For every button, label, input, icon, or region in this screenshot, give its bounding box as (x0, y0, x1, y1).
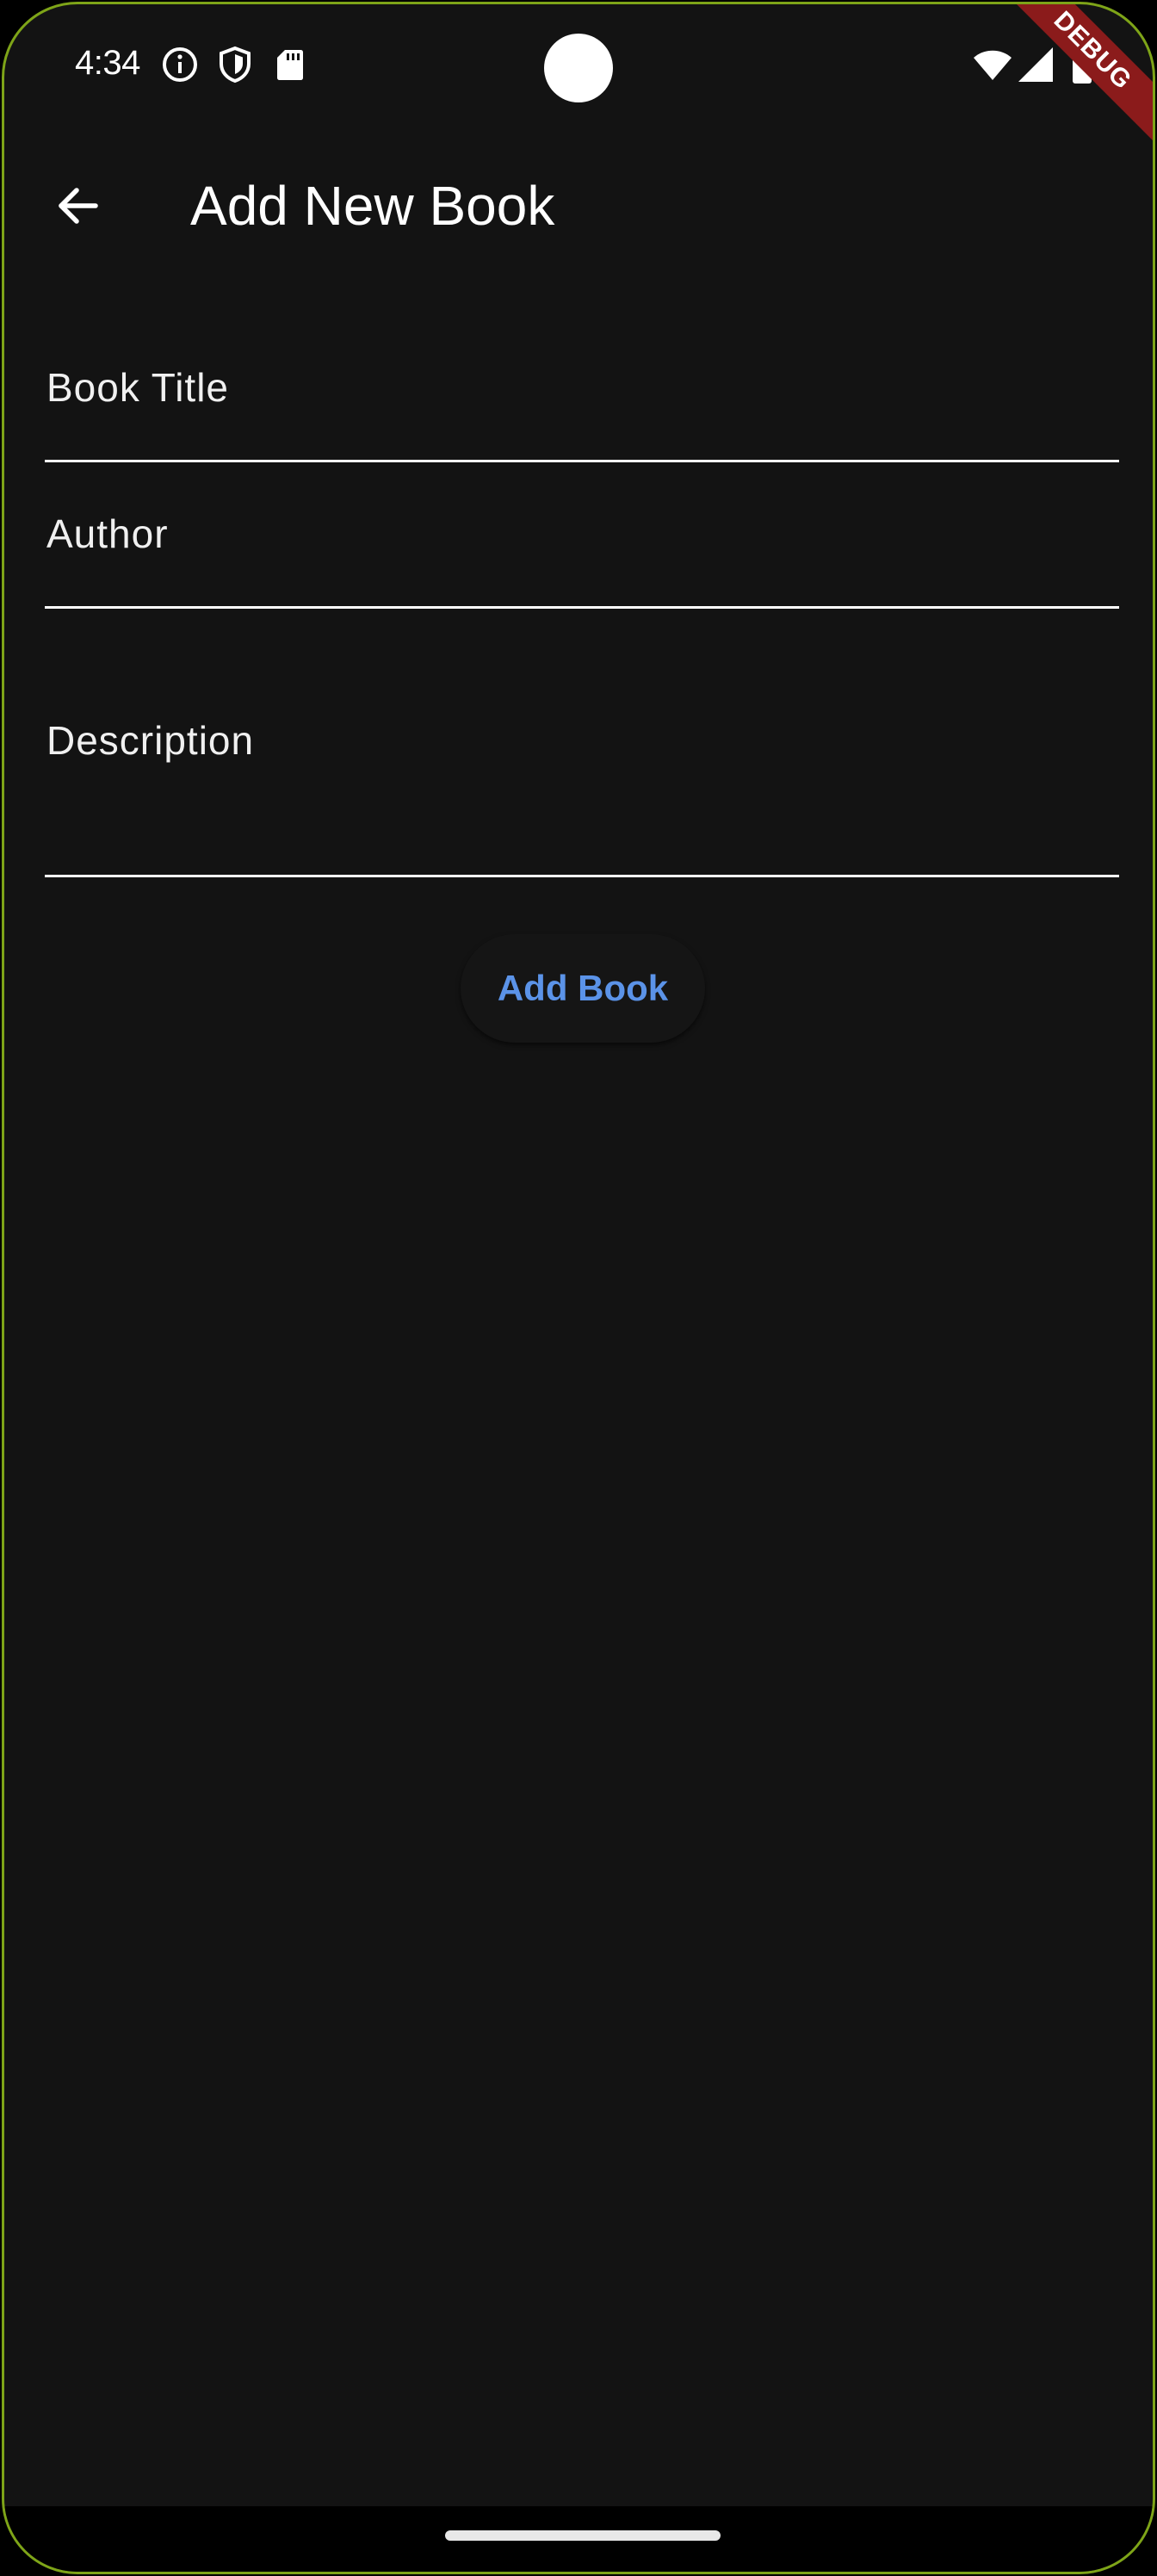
device-frame: 4:34 DEBUG Add New Book Book Title Autho… (0, 0, 1157, 2576)
wifi-icon (972, 44, 1013, 85)
signal-icon (1017, 44, 1058, 85)
status-time: 4:34 (75, 44, 140, 82)
book-title-field[interactable]: Book Title (45, 307, 1119, 462)
app-bar: Add New Book (4, 133, 1153, 278)
author-input[interactable] (45, 462, 1119, 606)
app-screen: 4:34 DEBUG Add New Book Book Title Autho… (2, 2, 1155, 2574)
page-title: Add New Book (190, 175, 555, 237)
shield-icon (214, 44, 256, 85)
status-bar: 4:34 DEBUG (4, 4, 1153, 145)
description-input[interactable] (45, 609, 1119, 875)
info-icon (159, 44, 201, 85)
book-title-input[interactable] (45, 307, 1119, 460)
navigation-bar (4, 2506, 1153, 2572)
add-book-button[interactable]: Add Book (461, 934, 705, 1043)
arrow-back-icon (59, 188, 98, 224)
description-field[interactable]: Description (45, 609, 1119, 877)
camera-cutout (544, 34, 613, 102)
author-field[interactable]: Author (45, 462, 1119, 609)
home-indicator[interactable] (445, 2530, 721, 2541)
back-button[interactable] (35, 164, 118, 247)
sd-card-icon (269, 44, 311, 85)
